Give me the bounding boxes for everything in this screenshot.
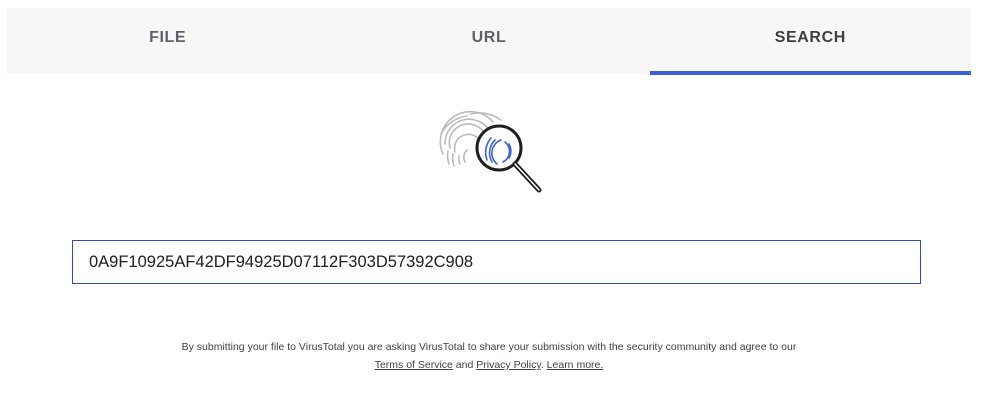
privacy-policy-link[interactable]: Privacy Policy (476, 359, 541, 371)
tab-url[interactable]: URL (328, 8, 649, 74)
learn-more-link[interactable]: Learn more. (547, 359, 604, 371)
upload-panel: FILE URL SEARCH 0A9F10925AF42DF94925D071… (7, 8, 972, 394)
disclaimer-links-line: Terms of Service and Privacy Policy. Lea… (374, 359, 604, 371)
and-text: and (455, 359, 474, 371)
terms-of-service-link[interactable]: Terms of Service (375, 359, 453, 371)
tab-bar: FILE URL SEARCH (7, 8, 972, 75)
fingerprint-magnifier-icon (431, 104, 559, 200)
page: FILE URL SEARCH 0A9F10925AF42DF94925D071… (0, 0, 984, 398)
search-input[interactable] (72, 240, 921, 284)
tab-file[interactable]: FILE (7, 8, 328, 74)
terms-disclaimer: By submitting your file to VirusTotal yo… (7, 338, 971, 374)
disclaimer-text: By submitting your file to VirusTotal yo… (181, 341, 797, 353)
tab-search[interactable]: SEARCH (649, 8, 972, 75)
